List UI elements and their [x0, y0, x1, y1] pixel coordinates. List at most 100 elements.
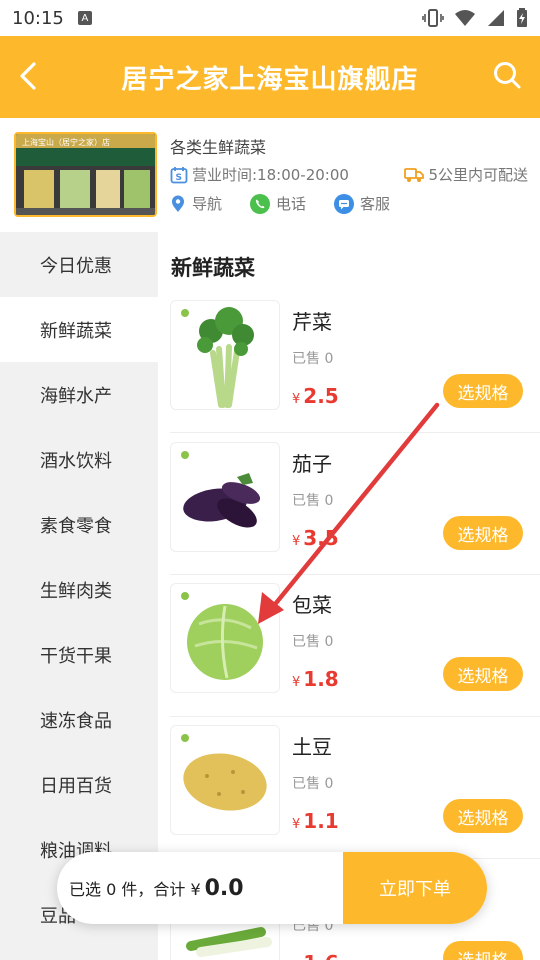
sidebar-item-label: 日用百货 [40, 775, 112, 797]
navigate-label: 导航 [192, 195, 223, 213]
product-price: ¥3.5 [292, 526, 339, 550]
sidebar-item-label: 酒水饮料 [40, 450, 112, 472]
select-spec-button[interactable]: 选规格 [443, 374, 523, 408]
sidebar-item-fresh-vegetables[interactable]: 新鲜蔬菜 [0, 297, 158, 362]
select-spec-button[interactable]: 选规格 [443, 657, 523, 691]
currency-symbol: ¥ [292, 675, 301, 690]
cart-summary: 已选 0 件，合计 ¥ 0.0 [69, 852, 244, 924]
store-description: 各类生鲜蔬菜 [170, 138, 267, 157]
notification-icon: A [77, 11, 92, 25]
customer-service-label: 客服 [360, 195, 391, 213]
navigate-button[interactable]: 导航 [170, 193, 222, 214]
sidebar-item-today-deals[interactable]: 今日优惠 [0, 232, 158, 297]
sidebar-item-label: 新鲜蔬菜 [40, 320, 112, 342]
divider [170, 716, 540, 717]
truck-icon [404, 167, 425, 182]
product-item[interactable]: 茄子 已售 0 ¥3.5 选规格 [158, 442, 540, 583]
product-name: 芹菜 [292, 310, 332, 334]
store-photo: 上海宝山（居宁之家）店 [14, 132, 157, 217]
product-name: 茄子 [292, 452, 332, 476]
vibrate-icon [422, 9, 444, 27]
sidebar-item-label: 海鲜水产 [40, 385, 112, 407]
product-item[interactable]: 芹菜 已售 0 ¥2.5 选规格 [158, 300, 540, 441]
search-icon[interactable] [492, 60, 522, 90]
sidebar-item-dried-goods[interactable]: 干货干果 [0, 622, 158, 687]
chat-icon [334, 193, 355, 214]
currency-symbol: ¥ [292, 534, 301, 549]
status-icons [422, 8, 528, 28]
price-value: 1.6 [303, 951, 338, 960]
status-bar: 10:15 A [0, 0, 540, 36]
phone-button[interactable]: 电话 [250, 193, 306, 214]
product-item[interactable]: 土豆 已售 0 ¥1.1 选规格 [158, 725, 540, 866]
app-screen: 10:15 A 居宁之家上海宝山旗舰店 上海宝山（居宁之家）店 各类生鲜蔬菜 S… [0, 0, 540, 960]
store-info: 上海宝山（居宁之家）店 各类生鲜蔬菜 S 营业时间:18:00-20:00 5公… [0, 118, 540, 232]
divider [170, 574, 540, 575]
calendar-icon: S [170, 166, 188, 183]
select-spec-button[interactable]: 选规格 [443, 516, 523, 550]
store-actions: 导航 电话 客服 [170, 193, 390, 214]
phone-icon [250, 193, 271, 214]
sidebar-item-drinks[interactable]: 酒水饮料 [0, 427, 158, 492]
product-image[interactable] [170, 300, 280, 410]
store-photo-sign: 上海宝山（居宁之家）店 [22, 137, 110, 147]
sidebar-item-label: 今日优惠 [40, 255, 112, 277]
product-price: ¥2.5 [292, 384, 339, 408]
chevron-left-icon[interactable] [14, 58, 44, 94]
sidebar-item-label: 素食零食 [40, 515, 112, 537]
storefront-image: 上海宝山（居宁之家）店 [16, 134, 155, 215]
product-sold-count: 已售 0 [292, 351, 334, 367]
product-item[interactable]: 包菜 已售 0 ¥1.8 选规格 [158, 583, 540, 724]
price-value: 2.5 [303, 384, 339, 408]
location-pin-icon [172, 195, 184, 212]
battery-icon [517, 8, 527, 27]
category-sidebar: 今日优惠 新鲜蔬菜 海鲜水产 酒水饮料 素食零食 生鲜肉类 干货干果 速冻食品 … [0, 232, 158, 960]
cabbage-image [181, 592, 263, 680]
header-bar: 居宁之家上海宝山旗舰店 [0, 36, 540, 118]
product-image[interactable] [170, 725, 280, 835]
price-value: 1.8 [303, 667, 339, 691]
sidebar-item-frozen[interactable]: 速冻食品 [0, 687, 158, 752]
eggplant-image [181, 451, 261, 528]
price-value: 1.1 [303, 809, 339, 833]
product-price: ¥1.1 [292, 809, 339, 833]
divider [170, 432, 540, 433]
signal-icon [488, 10, 504, 26]
product-image[interactable] [170, 442, 280, 552]
sidebar-item-seafood[interactable]: 海鲜水产 [0, 362, 158, 427]
svg-text:S: S [176, 173, 182, 183]
sidebar-item-daily-goods[interactable]: 日用百货 [0, 752, 158, 817]
product-sold-count: 已售 0 [292, 776, 334, 792]
sidebar-item-label: 速冻食品 [40, 710, 112, 732]
product-sold-count: 已售 0 [292, 493, 334, 509]
product-name: 包菜 [292, 593, 332, 617]
store-hours: S 营业时间:18:00-20:00 [170, 164, 349, 185]
store-delivery-text: 5公里内可配送 [428, 166, 528, 184]
product-name: 土豆 [292, 735, 332, 759]
wifi-icon [455, 10, 475, 26]
currency-symbol: ¥ [292, 817, 301, 832]
select-spec-button[interactable]: 选规格 [443, 799, 523, 833]
sidebar-item-label: 干货干果 [40, 645, 112, 667]
currency-symbol: ¥ [292, 392, 301, 407]
section-title: 新鲜蔬菜 [171, 256, 255, 280]
cart-summary-text: 已选 0 件，合计 ¥ [69, 880, 201, 899]
product-price: ¥1.8 [292, 667, 339, 691]
select-spec-button[interactable]: 选规格 [443, 941, 523, 960]
sidebar-item-label: 生鲜肉类 [40, 580, 112, 602]
cart-total: 0.0 [204, 875, 244, 901]
phone-label: 电话 [276, 195, 307, 213]
sidebar-item-meat[interactable]: 生鲜肉类 [0, 557, 158, 622]
page-title: 居宁之家上海宝山旗舰店 [121, 64, 419, 95]
status-time: 10:15 [12, 7, 64, 29]
place-order-button[interactable]: 立即下单 [343, 852, 487, 924]
product-price: ¥1.6 [292, 951, 339, 960]
price-value: 3.5 [303, 526, 339, 550]
product-list: 新鲜蔬菜 芹菜 已售 0 ¥2.5 选规格 茄子 已售 0 ¥ 3.5 选规格 … [158, 232, 540, 960]
cart-bar: 已选 0 件，合计 ¥ 0.0 立即下单 [57, 852, 487, 924]
product-sold-count: 已售 0 [292, 634, 334, 650]
product-image[interactable] [170, 583, 280, 693]
sidebar-item-snacks[interactable]: 素食零食 [0, 492, 158, 557]
customer-service-button[interactable]: 客服 [334, 193, 390, 214]
store-delivery: 5公里内可配送 [404, 164, 528, 185]
